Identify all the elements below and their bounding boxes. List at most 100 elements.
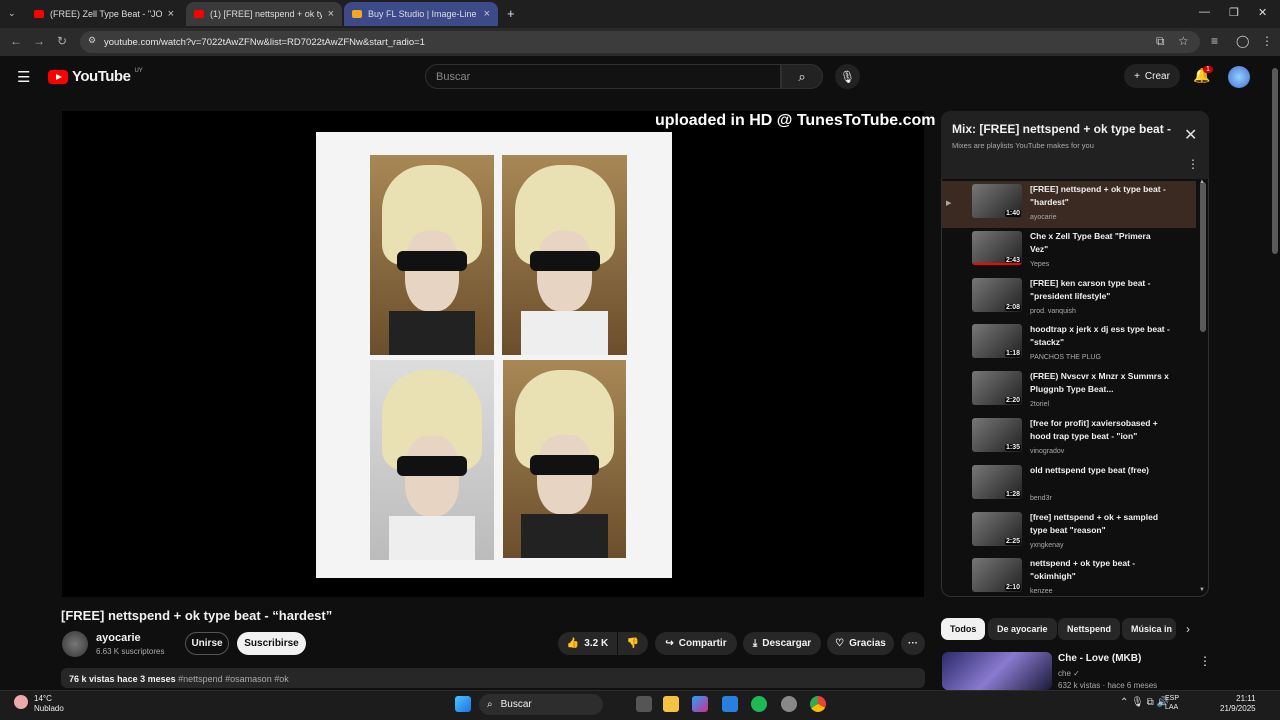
scroll-up-icon[interactable]: ▲ — [1199, 179, 1205, 185]
playlist-item-channel: PANCHOS THE PLUG — [1030, 354, 1101, 362]
chip-todos[interactable]: Todos — [941, 618, 986, 640]
playlist-item[interactable]: 1:18 hoodtrap x jerk x dj ess type beat -… — [942, 321, 1196, 368]
playlist-item[interactable]: 1:28 old nettspend type beat (free) bend3r — [942, 462, 1196, 509]
search-icon: ⌕ — [487, 699, 493, 710]
close-tab-icon[interactable]: × — [328, 8, 334, 20]
playlist-item[interactable]: 2:08 [FREE] ken carson type beat - "presi… — [942, 275, 1196, 322]
taskbar-search[interactable]: ⌕ Buscar — [479, 694, 603, 715]
chip-nettspend[interactable]: Nettspend — [1058, 618, 1121, 640]
logo-text: YouTube — [72, 68, 131, 85]
site-info-icon[interactable]: ⚙ — [88, 35, 96, 46]
video-overlay-text: uploaded in HD @ TunesToTube.com — [655, 112, 936, 129]
app-icon[interactable] — [781, 696, 797, 712]
profile-icon[interactable]: ◯ — [1236, 34, 1249, 48]
weather-widget[interactable]: 14°C Nublado — [34, 694, 64, 714]
reload-icon[interactable]: ↻ — [57, 34, 67, 48]
create-button[interactable]: + Crear — [1124, 64, 1180, 88]
browser-tab-1[interactable]: (FREE) Zell Type Beat - "JOVEN × — [26, 2, 182, 26]
close-window-icon[interactable]: ✕ — [1258, 6, 1267, 19]
channel-name[interactable]: ayocarie — [96, 632, 141, 644]
duration-badge: 2:08 — [1004, 303, 1021, 311]
youtube-favicon-icon — [194, 10, 204, 18]
forward-icon[interactable]: → — [33, 34, 45, 48]
download-button[interactable]: ⤓ Descargar — [743, 632, 821, 655]
share-icon: ↪ — [665, 638, 674, 649]
playlist-item[interactable]: 2:25 [free] nettspend + ok + sampled type… — [942, 509, 1196, 556]
minimize-icon[interactable]: — — [1199, 6, 1210, 18]
playlist-item-title: old nettspend type beat (free) — [1030, 464, 1150, 475]
playlist-title[interactable]: Mix: [FREE] nettspend + ok type beat - “… — [952, 122, 1174, 136]
scroll-down-icon[interactable]: ▼ — [1199, 587, 1205, 593]
browser-tab-2[interactable]: (1) [FREE] nettspend + ok type × — [186, 2, 342, 26]
recommendation-more-icon[interactable]: ⋮ — [1199, 654, 1211, 668]
clock[interactable]: 21:11 21/9/2025 — [1220, 694, 1256, 714]
copilot-icon[interactable] — [692, 696, 708, 712]
watch-progress-bar — [972, 262, 1022, 265]
playlist-item[interactable]: 2:10 nettspend + ok type beat - "okimhigh… — [942, 555, 1196, 602]
like-button[interactable]: 👍 3.2 K — [558, 632, 617, 655]
download-icon: ⤓ — [752, 638, 758, 649]
browser-tab-3[interactable]: Buy FL Studio | Image-Line × — [344, 2, 498, 26]
tab-search-icon[interactable]: ⌄ — [8, 8, 16, 19]
thumbs-down-icon: 👎 — [626, 638, 640, 649]
chip-de-ayocarie[interactable]: De ayocarie — [988, 618, 1057, 640]
search-input[interactable]: Buscar — [425, 64, 781, 89]
reading-list-icon[interactable]: ≡ — [1211, 34, 1218, 48]
dislike-button[interactable]: 👎 — [618, 632, 648, 655]
task-view-icon[interactable] — [636, 696, 652, 712]
playlist-item[interactable]: 1:35 [free for profit] xaviersobased + ho… — [942, 415, 1196, 462]
playlist-item-thumbnail: 2:43 — [972, 230, 1022, 265]
share-label: Compartir — [678, 638, 727, 649]
temperature: 14°C — [34, 694, 52, 703]
thumbs-up-icon: 👍 — [566, 638, 580, 649]
playlist-item-title: [FREE] ken carson type beat - "president… — [1030, 277, 1151, 301]
recommendation-thumbnail[interactable] — [942, 652, 1052, 690]
playlist-item[interactable]: 2:20 (FREE) Nvscvr x Mnzr x Summrs x Plug… — [942, 368, 1196, 415]
close-tab-icon[interactable]: × — [484, 8, 490, 20]
playlist-item[interactable]: ▶ 1:40 [FREE] nettspend + ok type beat - "… — [942, 181, 1196, 228]
chip-musica[interactable]: Música in — [1122, 618, 1176, 640]
chevron-right-icon[interactable]: › — [1186, 622, 1190, 636]
windows-start-icon[interactable] — [455, 696, 471, 712]
duration-badge: 2:20 — [1004, 397, 1021, 405]
channel-avatar[interactable] — [62, 631, 88, 657]
hashtags[interactable]: #nettspend #osamason #ok — [178, 674, 289, 684]
recommendation-title[interactable]: Che - Love (MKB) — [1058, 653, 1141, 664]
store-icon[interactable] — [722, 696, 738, 712]
page-scrollbar[interactable] — [1272, 68, 1278, 254]
video-frame-image — [316, 132, 672, 578]
browser-menu-icon[interactable]: ⋮ — [1261, 34, 1273, 48]
system-tray-icons[interactable]: ⌃ 🎙 ⧉ 🔊 — [1120, 697, 1169, 708]
join-button[interactable]: Unirse — [185, 632, 229, 655]
more-icon: ··· — [908, 638, 918, 649]
youtube-logo[interactable]: YouTube UY — [48, 68, 143, 85]
file-explorer-icon[interactable] — [663, 696, 679, 712]
recommendation-channel[interactable]: che ✓ — [1058, 669, 1080, 678]
account-avatar[interactable] — [1228, 66, 1250, 88]
playlist-more-icon[interactable]: ⋮ — [1187, 157, 1199, 171]
duration-badge: 1:18 — [1004, 350, 1021, 358]
close-playlist-icon[interactable]: ✕ — [1184, 125, 1197, 145]
bookmark-star-icon[interactable]: ☆ — [1178, 34, 1189, 48]
new-tab-button[interactable]: + — [507, 6, 515, 21]
install-app-icon[interactable]: ⧉ — [1156, 34, 1165, 49]
photo-4 — [503, 360, 626, 558]
playlist-scrollbar[interactable] — [1200, 182, 1206, 332]
language-indicator[interactable]: ESP LAA — [1165, 694, 1179, 712]
playlist-item-channel: vinogradov — [1030, 448, 1065, 455]
chrome-icon[interactable] — [810, 696, 826, 712]
maximize-icon[interactable]: ❐ — [1229, 6, 1239, 19]
spotify-icon[interactable] — [751, 696, 767, 712]
more-actions-button[interactable]: ··· — [901, 632, 925, 655]
address-bar[interactable]: youtube.com/watch?v=7022tAwZFNw&list=RD7… — [80, 31, 1200, 53]
share-button[interactable]: ↪ Compartir — [655, 632, 737, 655]
close-tab-icon[interactable]: × — [168, 8, 174, 20]
back-icon[interactable]: ← — [10, 34, 22, 48]
playlist-item[interactable]: 2:43 Che x Zell Type Beat "Primera Vez" Ye… — [942, 228, 1196, 275]
hamburger-menu-icon[interactable]: ☰ — [17, 68, 30, 86]
subscribe-button[interactable]: Suscribirse — [237, 632, 306, 655]
voice-search-button[interactable]: 🎙 — [835, 64, 860, 89]
search-button[interactable]: ⌕ — [781, 64, 823, 89]
thanks-button[interactable]: ♡ Gracias — [827, 632, 894, 655]
description-box[interactable]: 76 k vistas hace 3 meses #nettspend #osa… — [61, 668, 925, 688]
